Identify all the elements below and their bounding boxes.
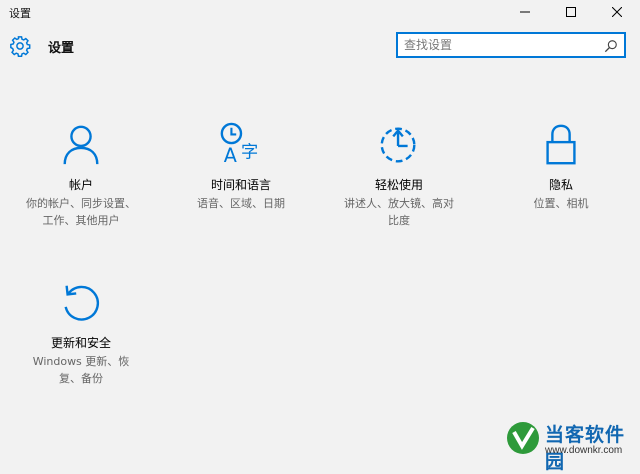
time-language-icon: A 字 bbox=[220, 122, 258, 167]
tile-label: 轻松使用 bbox=[374, 178, 423, 192]
search-input[interactable] bbox=[398, 34, 604, 56]
maximize-icon bbox=[566, 7, 576, 17]
lock-icon bbox=[546, 124, 576, 165]
minimize-button[interactable] bbox=[502, 0, 548, 24]
title-bar: 设置 bbox=[0, 0, 640, 24]
tile-ease-of-access[interactable]: 轻松使用 讲述人、放大镜、高对 比度 bbox=[334, 122, 464, 229]
settings-header: 设置 bbox=[0, 28, 640, 62]
tile-desc: 你的帐户、同步设置、 工作、其他用户 bbox=[16, 195, 146, 229]
ease-of-access-icon bbox=[380, 127, 416, 163]
search-icon[interactable] bbox=[604, 39, 618, 53]
tile-desc-line: 复、备份 bbox=[59, 372, 103, 385]
tile-desc: 讲述人、放大镜、高对 比度 bbox=[334, 195, 464, 229]
tile-label: 时间和语言 bbox=[210, 178, 271, 192]
tile-desc-line: 语音、区域、日期 bbox=[197, 197, 285, 210]
search-box[interactable] bbox=[396, 32, 626, 58]
tile-desc: 位置、相机 bbox=[496, 195, 626, 212]
tile-label: 更新和安全 bbox=[50, 336, 111, 350]
tile-desc-line: 比度 bbox=[388, 214, 410, 227]
tile-desc: Windows 更新、恢 复、备份 bbox=[16, 353, 146, 387]
window-controls bbox=[502, 0, 640, 24]
minimize-icon bbox=[520, 11, 530, 13]
tile-accounts[interactable]: 帐户 你的帐户、同步设置、 工作、其他用户 bbox=[16, 122, 146, 229]
tile-privacy[interactable]: 隐私 位置、相机 bbox=[496, 122, 626, 212]
tile-desc: 语音、区域、日期 bbox=[176, 195, 306, 212]
tile-label: 隐私 bbox=[548, 178, 573, 192]
refresh-icon bbox=[64, 285, 99, 321]
tile-desc-line: 你的帐户、同步设置、 bbox=[26, 197, 136, 210]
svg-text:A: A bbox=[224, 144, 237, 167]
watermark-url: www.downkr.com bbox=[545, 445, 623, 456]
person-icon bbox=[63, 125, 99, 165]
window-title: 设置 bbox=[9, 7, 31, 20]
tile-desc-line: 位置、相机 bbox=[533, 197, 589, 210]
tile-desc-line: Windows 更新、恢 bbox=[32, 355, 130, 368]
maximize-button[interactable] bbox=[548, 0, 594, 24]
tile-desc-line: 工作、其他用户 bbox=[42, 214, 120, 227]
svg-text:字: 字 bbox=[241, 142, 258, 162]
watermark: 当客软件园 www.downkr.com bbox=[505, 418, 640, 473]
tile-update-security[interactable]: 更新和安全 Windows 更新、恢 复、备份 bbox=[16, 280, 146, 387]
tile-desc-line: 讲述人、放大镜、高对 bbox=[344, 197, 454, 210]
brand-logo-icon bbox=[507, 422, 539, 454]
page-title: 设置 bbox=[48, 41, 75, 56]
close-icon bbox=[612, 7, 622, 17]
gear-icon bbox=[10, 36, 31, 57]
tile-time-language[interactable]: A 字 时间和语言 语音、区域、日期 bbox=[176, 122, 306, 212]
tile-label: 帐户 bbox=[68, 178, 93, 192]
close-button[interactable] bbox=[594, 0, 640, 24]
